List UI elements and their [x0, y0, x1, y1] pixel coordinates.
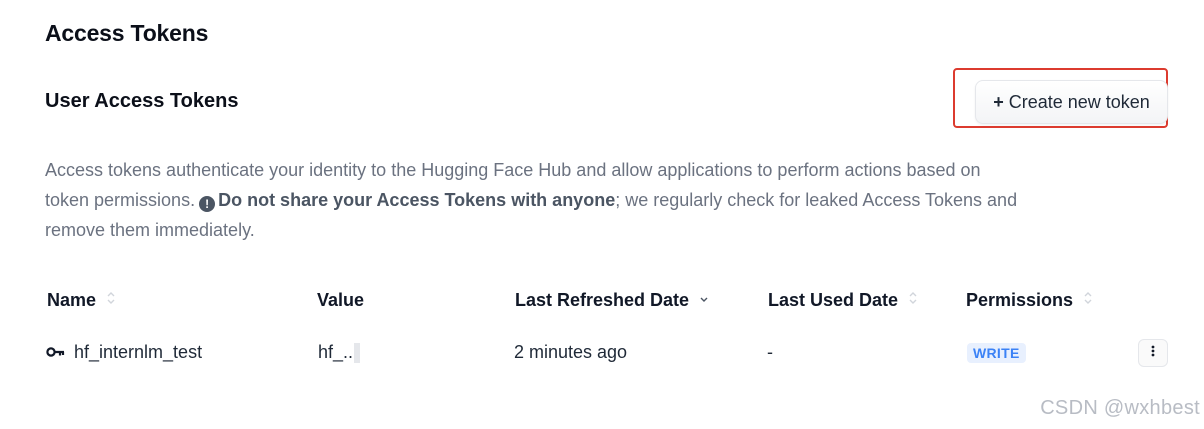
plus-icon: + — [993, 91, 1004, 112]
column-header-last-refreshed-label: Last Refreshed Date — [515, 290, 690, 310]
warning-text-3: with anyone — [506, 190, 616, 210]
token-actions-button[interactable] — [1138, 339, 1168, 367]
watermark: CSDN @wxhbest — [1040, 397, 1200, 419]
sort-icon[interactable] — [106, 290, 116, 311]
sort-descending-icon[interactable] — [699, 290, 709, 311]
token-name: hf_internlm_test — [74, 342, 203, 362]
description-line-2-start: token permissions. — [45, 190, 196, 210]
column-header-name-label: Name — [47, 290, 97, 310]
sort-icon[interactable] — [1083, 290, 1093, 311]
token-name-cell: hf_internlm_test — [46, 342, 202, 363]
column-header-last-refreshed[interactable]: Last Refreshed Date — [515, 290, 709, 311]
dots-vertical-icon — [1151, 344, 1155, 362]
column-header-last-used-label: Last Used Date — [768, 290, 899, 310]
token-value: hf_.. — [318, 342, 354, 362]
create-new-token-button[interactable]: + Create new token — [975, 80, 1168, 124]
description-line-2-end: ; we regularly check for leaked Access T… — [615, 190, 1018, 210]
permission-badge: WRITE — [967, 343, 1026, 363]
warning-text-2: Access Tokens — [376, 190, 507, 210]
token-value-cell: hf_.. — [318, 342, 361, 363]
column-header-value: Value — [317, 290, 364, 311]
column-header-permissions-label: Permissions — [966, 290, 1074, 310]
create-new-token-label: Create new token — [1008, 91, 1150, 112]
column-header-name[interactable]: Name — [47, 290, 116, 311]
key-icon — [46, 342, 66, 363]
last-refreshed-cell: 2 minutes ago — [514, 342, 628, 362]
column-header-permissions[interactable]: Permissions — [966, 290, 1093, 311]
column-header-value-label: Value — [317, 290, 365, 310]
sort-icon[interactable] — [908, 290, 918, 311]
exclamation-circle-icon: ! — [199, 196, 216, 212]
page-title: Access Tokens — [45, 20, 209, 46]
description-line-1: Access tokens authenticate your identity… — [45, 160, 981, 180]
section-title: User Access Tokens — [45, 90, 239, 112]
column-header-last-used[interactable]: Last Used Date — [768, 290, 918, 311]
warning-text-1: Do not share your — [218, 190, 377, 210]
description-line-3: remove them immediately. — [45, 220, 255, 240]
token-description: Access tokens authenticate your identity… — [45, 155, 1045, 245]
token-value-mask — [354, 342, 361, 363]
last-used-cell: - — [767, 342, 773, 362]
